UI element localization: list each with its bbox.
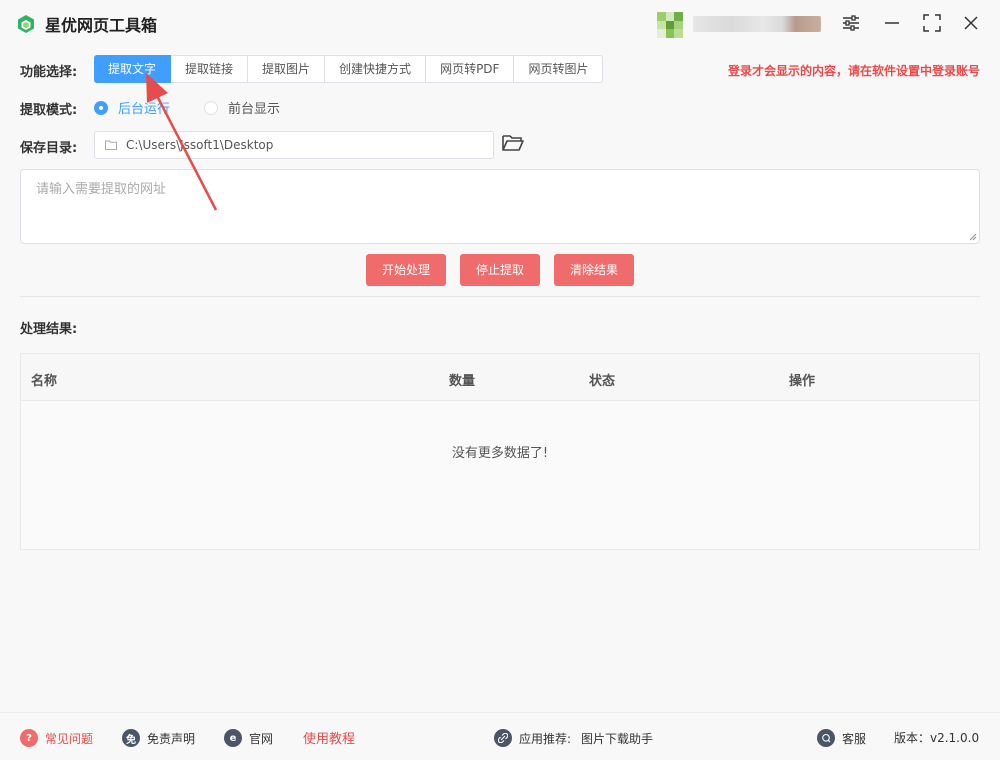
empty-message: 没有更多数据了! [451,446,549,461]
radio-unchecked-icon [204,100,218,115]
tutorial-link[interactable]: 使用教程 [303,728,355,747]
recommend-label: 应用推荐: [519,731,572,746]
chat-icon [817,729,835,747]
support-link[interactable]: 客服 [817,729,866,747]
folder-open-icon [502,135,524,151]
recommend-app-link[interactable]: 图片下载助手 [581,730,653,747]
avatar[interactable] [657,12,683,38]
tab-extract-links[interactable]: 提取链接 [171,56,249,82]
resize-grip-icon[interactable] [969,233,977,241]
mode-label: 提取模式: [20,103,78,118]
settings-button[interactable] [839,11,863,35]
tab-extract-images[interactable]: 提取图片 [248,56,326,82]
divider [20,296,980,297]
minimize-icon [885,22,899,24]
tab-web-to-image[interactable]: 网页转图片 [514,56,602,82]
maximize-icon [923,14,941,32]
username-blurred[interactable] [693,16,821,32]
cube-icon [18,15,34,33]
tab-web-to-pdf[interactable]: 网页转PDF [426,56,515,82]
column-header-count: 数量 [449,374,476,389]
function-tabs: 提取文字 提取链接 提取图片 创建快捷方式 网页转PDF 网页转图片 [94,55,604,83]
close-icon [964,16,978,30]
column-header-action: 操作 [789,374,816,389]
link-icon [494,729,512,747]
browser-icon: e [224,729,242,747]
app-title: 星优网页工具箱 [45,16,158,35]
column-header-name: 名称 [31,374,58,389]
results-label: 处理结果: [20,322,78,337]
save-dir-value: C:\Users\Jssoft1\Desktop [126,138,274,152]
clear-button[interactable]: 清除结果 [554,254,634,286]
maximize-button[interactable] [920,11,944,35]
tab-extract-text[interactable]: 提取文字 [94,55,172,83]
radio-foreground[interactable]: 前台显示 [204,98,280,117]
stop-button[interactable]: 停止提取 [460,254,540,286]
recommend-area: 应用推荐: 图片下载助手 [494,729,653,747]
title-bar: 星优网页工具箱 [0,0,1000,46]
url-input[interactable]: 请输入需要提取的网址 [20,169,980,244]
minimize-button[interactable] [880,11,904,35]
results-table: 名称 数量 状态 操作 没有更多数据了! [20,353,980,550]
disclaimer-icon: 免 [122,729,140,747]
website-label: 官网 [249,731,274,746]
save-dir-input[interactable]: C:\Users\Jssoft1\Desktop [94,131,494,159]
question-icon: ? [20,729,38,747]
faq-link[interactable]: ? 常见问题 [20,729,93,747]
support-label: 客服 [842,731,867,746]
faq-label: 常见问题 [45,731,94,746]
start-button[interactable]: 开始处理 [366,254,446,286]
close-button[interactable] [959,11,983,35]
login-hint: 登录才会显示的内容，请在软件设置中登录账号 [727,64,980,78]
sliders-icon [843,15,859,31]
radio-foreground-label: 前台显示 [228,102,281,117]
table-header: 名称 数量 状态 操作 [21,354,979,401]
footer: ? 常见问题 免 免责声明 e 官网 使用教程 应用推荐: 图片下载助手 客服 … [0,712,1000,760]
disclaimer-label: 免责声明 [147,731,196,746]
website-link[interactable]: e 官网 [224,729,273,747]
version-text: 版本：v2.1.0.0 [894,731,980,745]
radio-background-label: 后台运行 [118,102,171,117]
browse-folder-button[interactable] [502,134,526,156]
function-select-label: 功能选择: [20,65,78,80]
disclaimer-link[interactable]: 免 免责声明 [122,729,195,747]
radio-checked-icon [94,100,108,115]
column-header-status: 状态 [589,374,616,389]
folder-outline-icon [105,140,117,150]
url-placeholder: 请输入需要提取的网址 [36,182,167,197]
tab-create-shortcut[interactable]: 创建快捷方式 [325,56,427,82]
save-dir-label: 保存目录: [20,141,78,156]
radio-background[interactable]: 后台运行 [94,98,170,117]
